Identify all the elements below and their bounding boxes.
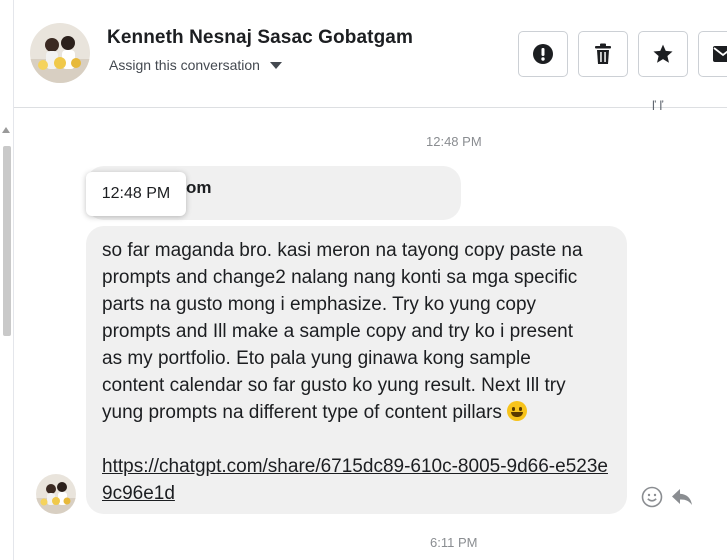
message-body: so far maganda bro. kasi meron na tayong… <box>102 237 611 426</box>
caret-down-icon <box>269 61 282 69</box>
scroll-up-arrow-icon[interactable] <box>2 127 10 133</box>
exclamation-circle-icon <box>533 44 553 64</box>
message-text: so far maganda bro. kasi meron na tayong… <box>102 240 583 423</box>
timestamp: 6:11 PM <box>430 535 478 550</box>
mail-button[interactable] <box>698 31 727 77</box>
delete-button[interactable] <box>578 31 628 77</box>
previous-message-fragment: om <box>186 178 212 197</box>
contact-avatar[interactable] <box>30 23 90 83</box>
time-tooltip: 12:48 PM <box>86 172 186 216</box>
reply-arrow-icon[interactable] <box>670 486 694 508</box>
mark-spam-button[interactable] <box>518 31 568 77</box>
clipped-text: ľ ľ <box>652 98 664 113</box>
trash-icon <box>595 43 611 64</box>
conversation-header: Kenneth Nesnaj Sasac Gobatgam Assign thi… <box>14 0 727 108</box>
star-button[interactable] <box>638 31 688 77</box>
contact-name: Kenneth Nesnaj Sasac Gobatgam <box>107 27 413 48</box>
smiley-react-icon[interactable] <box>641 486 663 508</box>
star-icon <box>653 44 673 63</box>
timestamp: 12:48 PM <box>426 134 482 149</box>
grinning-face-emoji-icon <box>507 401 528 421</box>
message-link[interactable]: https://chatgpt.com/share/6715dc89-610c-… <box>102 453 611 507</box>
message-bubble[interactable]: so far maganda bro. kasi meron na tayong… <box>86 226 627 514</box>
left-scrollbar[interactable] <box>0 0 14 560</box>
assign-label: Assign this conversation <box>109 57 260 73</box>
envelope-icon <box>713 46 727 62</box>
assign-conversation-dropdown[interactable]: Assign this conversation <box>109 57 282 73</box>
sender-avatar[interactable] <box>36 474 76 514</box>
scroll-thumb[interactable] <box>3 146 11 336</box>
